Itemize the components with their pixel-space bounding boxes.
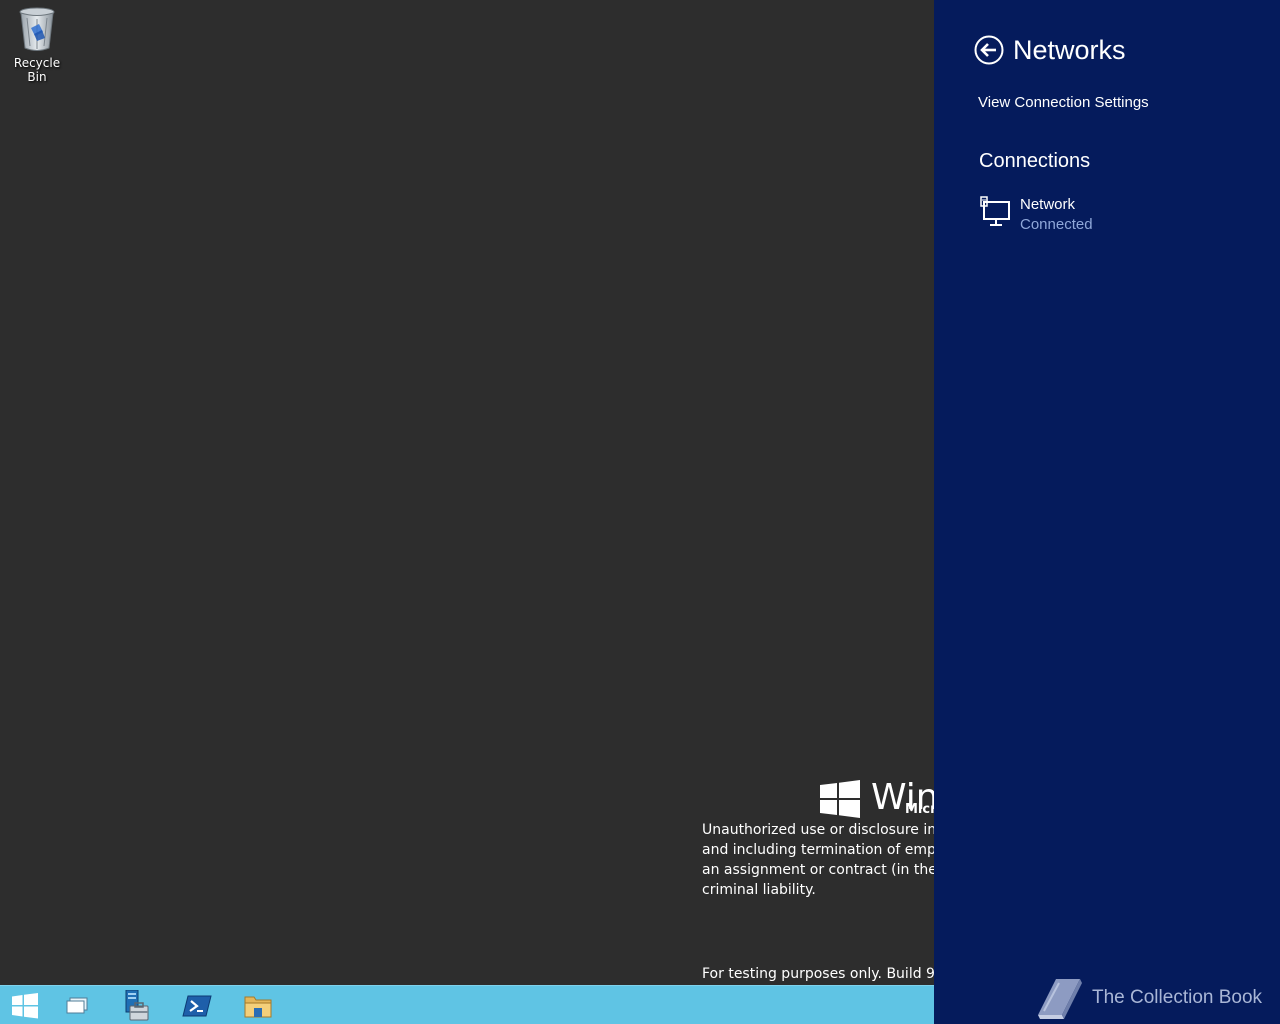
desktop-icon-recycle-bin[interactable]: Recycle Bin — [4, 6, 70, 84]
connection-status: Connected — [1020, 216, 1093, 233]
connections-heading: Connections — [979, 150, 1091, 172]
notice-line: criminal liability. — [702, 882, 816, 898]
powershell-icon — [182, 995, 212, 1017]
connection-name: Network — [1020, 196, 1076, 213]
server-manager-button[interactable] — [111, 988, 159, 1024]
back-arrow-icon[interactable] — [974, 35, 1004, 65]
networks-pane: Networks View Connection Settings Connec… — [934, 0, 1280, 1024]
folder-icon — [244, 996, 272, 1018]
desktop-button[interactable] — [53, 988, 101, 1024]
taskbar — [0, 985, 934, 1024]
build-info-text: For testing purposes only. Build 984 — [702, 966, 934, 982]
collection-book-watermark: The Collection Book — [1030, 972, 1262, 1024]
collection-book-text: The Collection Book — [1092, 987, 1263, 1008]
recycle-bin-label: Recycle Bin — [13, 56, 61, 84]
pane-title: Networks — [1013, 35, 1126, 65]
windows-logo-icon — [12, 993, 38, 1019]
file-explorer-button[interactable] — [234, 988, 282, 1024]
desktop: Recycle Bin Wind Micr Unauthorized use o… — [0, 0, 1280, 1024]
server-manager-icon — [125, 990, 149, 1021]
book-icon — [1038, 979, 1082, 1019]
wired-network-icon — [980, 196, 1010, 226]
window-icon — [66, 997, 88, 1014]
pane-header: Networks — [974, 30, 1126, 70]
start-button[interactable] — [1, 988, 49, 1024]
connection-item-network[interactable]: Network Connected — [979, 194, 1259, 238]
windows-watermark-logo: Wind Micr — [819, 778, 939, 822]
powershell-button[interactable] — [173, 988, 221, 1024]
watermark-company-name: Micr — [905, 802, 937, 817]
notice-line: and including termination of emplo — [702, 842, 934, 858]
watermark-notice: Unauthorized use or disclosure in a and … — [702, 820, 934, 900]
recycle-bin-icon — [17, 6, 57, 52]
view-connection-settings-link[interactable]: View Connection Settings — [978, 94, 1149, 111]
windows-logo-icon — [820, 780, 860, 818]
notice-line: Unauthorized use or disclosure in a — [702, 822, 934, 838]
notice-line: an assignment or contract (in the ca — [702, 862, 934, 878]
